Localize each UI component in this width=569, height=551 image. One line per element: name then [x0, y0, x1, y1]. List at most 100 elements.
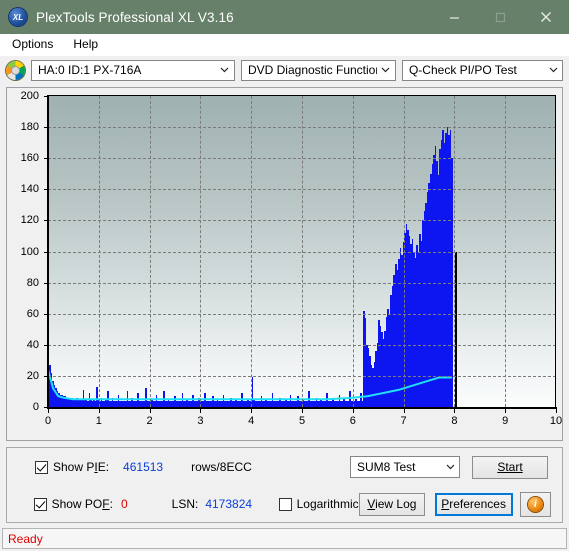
window-controls: [431, 0, 569, 34]
x-axis-tick-label: 4: [248, 415, 255, 427]
chevron-down-icon: [544, 67, 562, 73]
optical-disc-icon: [6, 60, 25, 80]
info-icon: i: [527, 496, 543, 512]
grid-line-vertical: [302, 96, 303, 407]
x-axis-tick-mark: [352, 409, 354, 413]
y-axis-tick-mark: [44, 189, 48, 191]
x-axis-tick-label: 8: [451, 415, 458, 427]
drive-select[interactable]: HA:0 ID:1 PX-716A: [31, 59, 235, 81]
grid-line-vertical: [352, 96, 354, 407]
y-axis-tick-mark: [44, 344, 48, 346]
y-axis-tick-mark: [44, 251, 48, 253]
view-log-label: View Log: [367, 497, 417, 511]
test-select[interactable]: Q-Check PI/PO Test: [401, 59, 563, 81]
test-mode-select[interactable]: SUM8 Test: [350, 456, 460, 478]
preferences-label: Preferences: [441, 497, 506, 511]
grid-line-vertical: [98, 96, 100, 407]
function-select-value: DVD Diagnostic Functions: [247, 63, 377, 77]
y-axis-tick-label: 180: [20, 121, 39, 134]
pie-units: rows/8ECC: [191, 460, 252, 474]
y-axis-tick-mark: [44, 313, 48, 315]
y-axis-tick-label: 120: [20, 214, 39, 227]
logarithmic-label: Logarithmic: [296, 497, 359, 511]
y-axis-tick-mark: [44, 375, 48, 377]
chevron-down-icon: [441, 464, 459, 470]
y-axis-tick-label: 40: [26, 338, 39, 351]
x-axis-tick-label: 6: [349, 415, 356, 427]
y-axis-tick-label: 0: [32, 401, 39, 413]
maximize-icon[interactable]: [477, 0, 523, 34]
grid-line-vertical: [454, 96, 456, 407]
x-axis-tick-mark: [48, 409, 49, 413]
title-bar: XL PlexTools Professional XL V3.16: [0, 0, 569, 34]
info-button[interactable]: i: [520, 491, 551, 517]
function-select[interactable]: DVD Diagnostic Functions: [240, 59, 396, 81]
y-axis-tick-label: 60: [26, 307, 39, 320]
grid-line-vertical: [149, 96, 151, 407]
show-pof-label: Show POF:: [51, 497, 113, 511]
show-pie-label: Show PIE:: [53, 460, 110, 474]
preferences-button[interactable]: Preferences: [434, 492, 513, 516]
x-axis-tick-label: 3: [197, 415, 204, 427]
y-axis-tick-mark: [44, 220, 48, 222]
pie-value: 461513: [123, 460, 164, 474]
y-axis-tick-label: 160: [20, 152, 39, 165]
show-pof-checkbox[interactable]: [33, 497, 47, 511]
chart-panel: 0 20 40 60 80 100 120 140 160 180 200 0 1 2 3 4 5 6 7 8 9 10: [6, 87, 563, 441]
window-title: PlexTools Professional XL V3.16: [36, 9, 234, 25]
show-pie-checkbox[interactable]: [35, 460, 48, 474]
x-axis-tick-mark: [505, 409, 507, 413]
lsn-label: LSN:: [171, 497, 199, 511]
chevron-down-icon: [377, 67, 395, 73]
x-axis-tick-label: 2: [146, 415, 153, 427]
test-select-value: Q-Check PI/PO Test: [408, 63, 517, 77]
xl-logo-icon: XL: [9, 8, 27, 26]
pof-value: 0: [120, 497, 128, 511]
x-axis-tick-label: 1: [95, 415, 102, 427]
x-axis-tick-mark: [98, 409, 100, 413]
x-axis-tick-label: 7: [400, 415, 407, 427]
status-bar: Ready: [2, 528, 567, 549]
y-axis-tick-mark: [44, 407, 48, 408]
x-axis-tick-mark: [251, 409, 253, 413]
y-axis-tick-label: 200: [20, 90, 39, 102]
toolbar: HA:0 ID:1 PX-716A DVD Diagnostic Functio…: [0, 56, 569, 84]
x-axis-tick-mark: [403, 409, 405, 413]
y-axis-tick-label: 100: [20, 245, 39, 258]
menu-item-help[interactable]: Help: [63, 34, 108, 55]
y-axis-tick-mark: [44, 96, 48, 97]
x-axis-tick-label: 9: [502, 415, 509, 427]
minimize-icon[interactable]: [431, 0, 477, 34]
status-text: Ready: [8, 531, 43, 546]
close-icon[interactable]: [523, 0, 569, 34]
x-axis-tick-mark: [454, 409, 456, 413]
start-button[interactable]: Start: [472, 455, 548, 479]
y-axis-tick-label: 140: [20, 183, 39, 196]
start-button-label: Start: [497, 460, 523, 474]
end-of-data-marker: [455, 251, 458, 407]
pi-po-chart: 0 20 40 60 80 100 120 140 160 180 200 0 1 2 3 4 5 6 7 8 9 10: [7, 88, 562, 440]
plextools-window: XL PlexTools Professional XL V3.16 Optio…: [0, 0, 569, 551]
grid-line-vertical: [403, 96, 405, 407]
plot-right-border: [555, 95, 556, 408]
x-axis-tick-label: 0: [44, 415, 52, 427]
x-axis-tick-label: 10: [549, 415, 563, 427]
pie-row: Show PIE: 461513 rows/8ECC SUM8 Test Sta…: [7, 452, 562, 482]
grid-line-vertical: [251, 96, 253, 407]
logarithmic-checkbox[interactable]: [278, 497, 292, 511]
x-axis-tick-label: 5: [298, 415, 306, 427]
x-axis-tick-mark: [556, 409, 557, 413]
y-axis-tick-label: 20: [26, 369, 39, 382]
x-axis-tick-mark: [149, 409, 151, 413]
plot-top-border: [48, 95, 556, 96]
lsn-value: 4173824: [205, 497, 253, 511]
controls-panel: Show PIE: 461513 rows/8ECC SUM8 Test Sta…: [6, 447, 563, 523]
view-log-button[interactable]: View Log: [358, 492, 426, 516]
grid-line-vertical: [505, 96, 507, 407]
chevron-down-icon: [216, 67, 234, 73]
menu-item-options[interactable]: Options: [2, 34, 63, 55]
y-axis-tick-mark: [44, 282, 48, 284]
y-axis-tick-mark: [44, 127, 48, 129]
x-axis-tick-mark: [200, 409, 202, 413]
y-axis-tick-label: 80: [26, 276, 39, 289]
